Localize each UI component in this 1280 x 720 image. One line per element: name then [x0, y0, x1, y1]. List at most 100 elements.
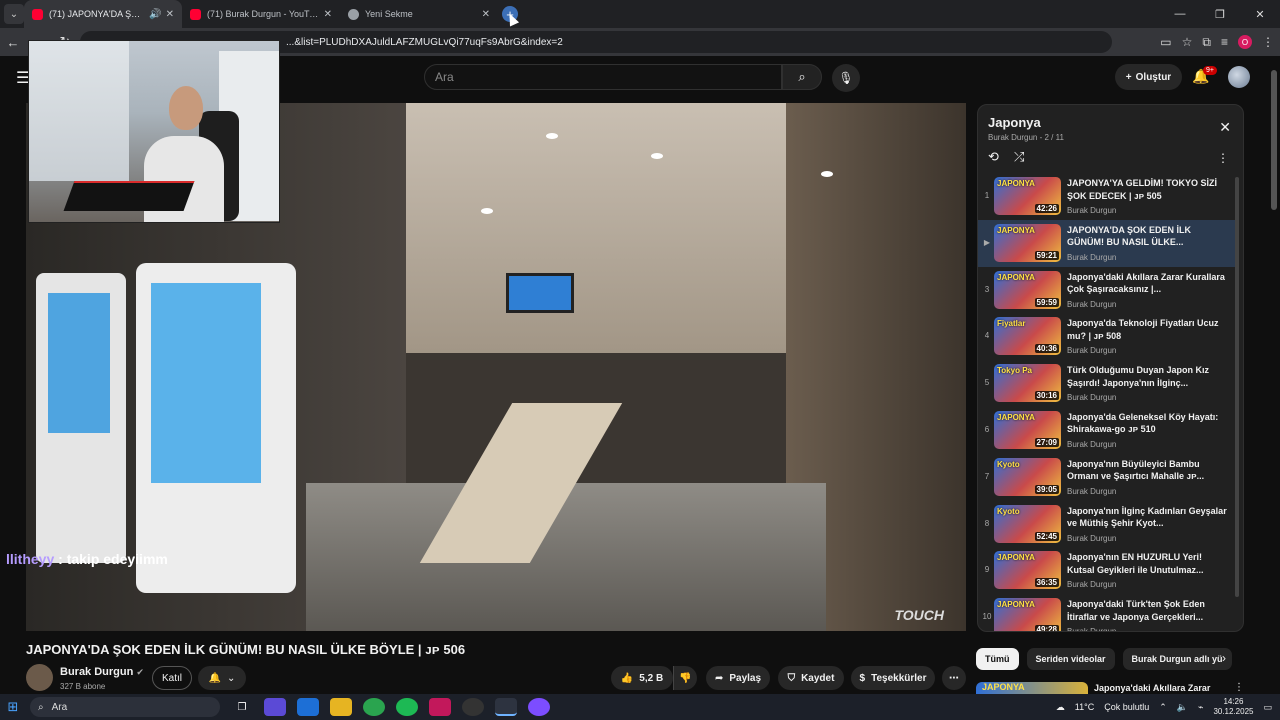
extensions-puzzle-icon[interactable]: ⧉	[1202, 35, 1211, 50]
playlist-item-channel[interactable]: Burak Durgun	[1067, 253, 1227, 262]
browser-tab-newtab[interactable]: Yeni Sekme ✕	[340, 0, 498, 28]
playlist-item-title[interactable]: Japonya'daki Türk'ten Şok Eden İtiraflar…	[1067, 598, 1227, 623]
playlist-item-title[interactable]: Japonya'nın EN HUZURLU Yeri! Kutsal Geyi…	[1067, 551, 1227, 576]
playlist-scrollbar[interactable]	[1235, 177, 1239, 597]
playlist-item-title[interactable]: Japonya'nın Büyüleyici Bambu Ormanı ve Ş…	[1067, 458, 1227, 483]
playlist-item[interactable]: 5 Tokyo Pa 30:16 Türk Olduğumu Duyan Japon …	[978, 360, 1235, 407]
playlist-item[interactable]: 4 Fiyatlar 40:36 Japonya'da Teknoloji Fiyat…	[978, 313, 1235, 360]
playlist-item-title[interactable]: Japonya'nın İlginç Kadınları Geyşalar ve…	[1067, 505, 1227, 530]
temperature[interactable]: 11°C	[1075, 702, 1094, 712]
close-playlist-icon[interactable]: ✕	[1219, 119, 1231, 136]
playlist-item[interactable]: 9 JAPONYA 36:35 Japonya'nın EN HUZURLU Yeri…	[978, 547, 1235, 594]
search-input[interactable]: Ara	[424, 64, 782, 90]
chrome-icon[interactable]	[363, 698, 385, 716]
media-controls-icon[interactable]: ≡	[1221, 35, 1228, 49]
recommended-title[interactable]: Japonya'daki Akıllara Zarar	[1094, 683, 1210, 693]
playlist-item[interactable]: 6 JAPONYA 27:09 Japonya'da Geleneksel Köy H…	[978, 407, 1235, 454]
tab-search-chevron-icon[interactable]: ⌄	[4, 4, 24, 24]
playlist-item-thumbnail[interactable]: JAPONYA 36:35	[994, 551, 1061, 590]
clock[interactable]: 14:26 30.12.2025	[1213, 697, 1253, 717]
close-window-icon[interactable]: ✕	[1240, 0, 1280, 28]
close-tab-icon[interactable]: ✕	[166, 9, 174, 20]
playlist-item-thumbnail[interactable]: JAPONYA 42:26	[994, 177, 1061, 215]
playlist-item-channel[interactable]: Burak Durgun	[1067, 440, 1227, 449]
playlist-item-title[interactable]: Japonya'daki Akıllara Zarar Kurallara Ço…	[1067, 271, 1227, 296]
chevron-right-icon[interactable]: ›	[1222, 651, 1226, 665]
file-explorer-icon[interactable]	[330, 698, 352, 716]
app-icon[interactable]	[429, 698, 451, 716]
playlist-item[interactable]: 7 Kyoto 39:05 Japonya'nın Büyüleyici Bambu …	[978, 454, 1235, 501]
notification-center-icon[interactable]: ▭	[1263, 702, 1272, 713]
channel-name[interactable]: Burak Durgun ✔	[60, 666, 144, 678]
close-tab-icon[interactable]: ✕	[482, 9, 490, 20]
playlist-item-title[interactable]: JAPONYA'DA ŞOK EDEN İLK GÜNÜM! BU NASIL …	[1067, 224, 1227, 249]
playlist-item-channel[interactable]: Burak Durgun	[1067, 534, 1227, 543]
task-view-icon[interactable]: ❐	[231, 698, 253, 716]
playlist-item[interactable]: 1 JAPONYA 42:26 JAPONYA'YA GELDİM! TOKYO Sİ…	[978, 173, 1235, 220]
like-button[interactable]: 👍 5,2 B	[611, 666, 673, 690]
back-arrow-icon[interactable]: ←	[0, 35, 26, 50]
join-button[interactable]: Katıl	[152, 666, 192, 690]
shuffle-icon[interactable]: ⤮	[1014, 149, 1024, 165]
page-scrollbar-thumb[interactable]	[1271, 70, 1277, 210]
more-vert-icon[interactable]: ⋮	[1234, 682, 1244, 693]
playlist-title[interactable]: Japonya	[988, 115, 1041, 130]
channel-avatar[interactable]	[26, 664, 53, 691]
playlist-menu-icon[interactable]: ⋮	[1217, 151, 1229, 165]
windows-start-icon[interactable]: ⊞	[0, 699, 26, 715]
microphone-icon[interactable]: 🎙	[832, 64, 860, 92]
playlist-item-channel[interactable]: Burak Durgun	[1067, 487, 1227, 496]
page-scrollbar[interactable]	[1270, 60, 1278, 694]
app-icon[interactable]	[528, 698, 550, 716]
playlist-item-thumbnail[interactable]: Kyoto 39:05	[994, 457, 1061, 496]
playlist-item-channel[interactable]: Burak Durgun	[1067, 300, 1227, 309]
loop-icon[interactable]: ⟲	[988, 149, 999, 165]
browser-tab-channel[interactable]: (71) Burak Durgun - YouTube ✕	[182, 0, 340, 28]
weather-text[interactable]: Çok bulutlu	[1104, 702, 1149, 712]
playlist-item-channel[interactable]: Burak Durgun	[1067, 346, 1227, 355]
playlist-item-title[interactable]: Türk Olduğumu Duyan Japon Kız Şaşırdı! J…	[1067, 364, 1227, 389]
close-tab-icon[interactable]: ✕	[324, 9, 332, 20]
copilot-icon[interactable]	[264, 698, 286, 716]
store-icon[interactable]	[297, 698, 319, 716]
bookmark-star-icon[interactable]: ☆	[1182, 35, 1193, 49]
chip-channel[interactable]: Burak Durgun adlı yü	[1122, 648, 1232, 670]
playlist-item-channel[interactable]: Burak Durgun	[1067, 206, 1227, 215]
playlist-item-thumbnail[interactable]: JAPONYA 27:09	[994, 410, 1061, 449]
playlist-channel[interactable]: Burak Durgun	[988, 133, 1037, 142]
playlist-item[interactable]: 10 JAPONYA 49:28 Japonya'daki Türk'ten Şok …	[978, 594, 1235, 631]
playlist-item-channel[interactable]: Burak Durgun	[1067, 393, 1227, 402]
tray-chevron-icon[interactable]: ⌃	[1159, 702, 1167, 713]
cast-icon[interactable]: ▭	[1160, 35, 1171, 49]
playlist-item-thumbnail[interactable]: Kyoto 52:45	[994, 504, 1061, 543]
playlist-item[interactable]: 8 Kyoto 52:45 Japonya'nın İlginç Kadınları …	[978, 501, 1235, 548]
account-avatar[interactable]	[1228, 66, 1250, 88]
playlist-item-title[interactable]: Japonya'da Teknoloji Fiyatları Ucuz mu? …	[1067, 317, 1227, 342]
subscription-bell-button[interactable]: 🔔 ⌄	[198, 666, 246, 690]
profile-avatar[interactable]: O	[1238, 35, 1252, 49]
playlist-item-title[interactable]: Japonya'da Geleneksel Köy Hayatı: Shirak…	[1067, 411, 1227, 436]
playlist-item-thumbnail[interactable]: JAPONYA 59:59	[994, 270, 1061, 309]
more-actions-icon[interactable]: ⋯	[942, 666, 966, 690]
playlist-item-thumbnail[interactable]: JAPONYA 49:28	[994, 598, 1061, 631]
browser-tab-video[interactable]: (71) JAPONYA'DA ŞOK EDEN 🔊 ✕	[24, 0, 182, 28]
playlist-item-channel[interactable]: Burak Durgun	[1067, 627, 1227, 631]
browser-menu-icon[interactable]: ⋮	[1262, 35, 1274, 49]
chrome-active-icon[interactable]	[495, 698, 517, 716]
create-button[interactable]: + Oluştur	[1115, 64, 1182, 90]
playlist-item-thumbnail[interactable]: Fiyatlar 40:36	[994, 317, 1061, 356]
obs-icon[interactable]	[462, 698, 484, 716]
audio-playing-icon[interactable]: 🔊	[149, 9, 161, 20]
playlist-item[interactable]: ▶ JAPONYA 59:21 JAPONYA'DA ŞOK EDEN İLK GÜN…	[978, 219, 1235, 267]
volume-icon[interactable]: 🔈	[1177, 702, 1188, 713]
playlist-item[interactable]: 3 JAPONYA 59:59 Japonya'daki Akıllara Zarar…	[978, 267, 1235, 314]
restore-icon[interactable]: ❐	[1200, 0, 1240, 28]
playlist-item-thumbnail[interactable]: JAPONYA 59:21	[994, 223, 1061, 262]
spotify-icon[interactable]	[396, 698, 418, 716]
minimize-icon[interactable]: —	[1160, 0, 1200, 28]
dislike-button[interactable]: 👎	[673, 666, 697, 690]
share-button[interactable]: ➦ Paylaş	[706, 666, 770, 690]
playlist-item-title[interactable]: JAPONYA'YA GELDİM! TOKYO SİZİ ŞOK EDECEK…	[1067, 177, 1227, 202]
taskbar-search[interactable]: ⌕ Ara	[30, 697, 220, 717]
chip-series[interactable]: Seriden videolar	[1026, 648, 1115, 670]
